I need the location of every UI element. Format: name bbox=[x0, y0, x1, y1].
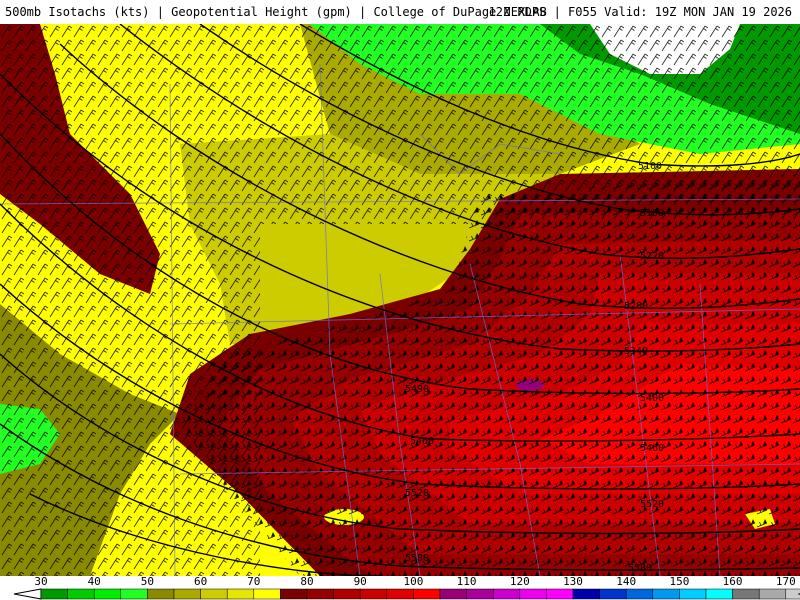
colorbar-bin bbox=[386, 588, 414, 600]
colorbar-tick-label: 80 bbox=[300, 575, 314, 588]
colorbar-tick-label: 130 bbox=[563, 575, 583, 588]
contour-label: 5460 bbox=[640, 443, 664, 454]
contour-label: 5280 bbox=[624, 301, 648, 312]
colorbar-bin bbox=[466, 588, 494, 600]
colorbar-bin bbox=[599, 588, 627, 600]
colorbar-bin bbox=[758, 588, 787, 600]
colorbar-tick-label: 30 bbox=[34, 575, 48, 588]
colorbar-bin bbox=[439, 588, 467, 600]
colorbar-min-arrow bbox=[13, 588, 42, 600]
colorbar-bin bbox=[732, 588, 760, 600]
colorbar-bin bbox=[359, 588, 388, 600]
contour-label: 5460 bbox=[410, 436, 434, 447]
colorbar-bin bbox=[226, 588, 255, 600]
colorbar-tick-label: 120 bbox=[509, 575, 530, 588]
colorbar-tick-labels: 30 40 50 60 70 80 90 100 110 120 130 140 150 160 170 bbox=[0, 576, 800, 588]
colorbar-tick-label: 100 bbox=[403, 575, 424, 588]
colorbar-bin bbox=[280, 588, 308, 600]
colorbar-bin bbox=[120, 588, 148, 600]
colorbar-tick-label: 60 bbox=[193, 575, 208, 588]
contour-label: 5580 bbox=[405, 553, 429, 564]
colorbar-tick-label: 150 bbox=[669, 575, 690, 588]
colorbar-bin bbox=[93, 588, 122, 600]
colorbar-bin bbox=[306, 588, 334, 600]
contour-label: 5340 bbox=[624, 346, 648, 357]
colorbar-bin bbox=[652, 588, 680, 600]
contour-label: 5580 bbox=[628, 563, 652, 574]
run-valid-info: 12Z RDPS | F055 Valid: 19Z MON JAN 19 20… bbox=[488, 5, 792, 19]
contour-label: 5100 bbox=[638, 161, 662, 172]
contour-label: 5520 bbox=[405, 488, 429, 499]
colorbar-tick-label: 90 bbox=[353, 575, 367, 588]
colorbar-tick-label: 70 bbox=[247, 575, 261, 588]
contour-label: 5220 bbox=[640, 251, 664, 262]
colorbar-bin bbox=[679, 588, 707, 600]
colorbar-bin bbox=[519, 588, 547, 600]
colorbar-tick-label: 40 bbox=[87, 575, 101, 588]
colorbar-bin bbox=[67, 588, 95, 600]
map-canvas: 5100 5160 5220 5280 5340 5400 5460 5490 … bbox=[0, 24, 800, 576]
colorbar-bin bbox=[253, 588, 281, 600]
colorbar-bin bbox=[333, 588, 361, 600]
colorbar-tick-label: 160 bbox=[722, 575, 743, 588]
colorbar-bin bbox=[147, 588, 175, 600]
map-title: 500mb Isotachs (kts) | Geopotential Heig… bbox=[5, 5, 547, 19]
colorbar-bin bbox=[572, 588, 600, 600]
map-header: 500mb Isotachs (kts) | Geopotential Heig… bbox=[0, 0, 800, 24]
colorbar-bin bbox=[40, 588, 68, 600]
colorbar-tick-label: 170 bbox=[775, 575, 796, 588]
contour-label: 5400 bbox=[640, 393, 664, 404]
colorbar-bin bbox=[492, 588, 521, 600]
weather-map: 5100 5160 5220 5280 5340 5400 5460 5490 … bbox=[0, 24, 800, 576]
colorbar-scale bbox=[13, 588, 800, 600]
colorbar-tick-label: 140 bbox=[616, 575, 637, 588]
colorbar-bin bbox=[705, 588, 733, 600]
colorbar-bin bbox=[173, 588, 201, 600]
colorbar-tick-label: 110 bbox=[456, 575, 477, 588]
contour-label: 5520 bbox=[640, 499, 664, 510]
colorbar-bin bbox=[413, 588, 441, 600]
colorbar-bin bbox=[625, 588, 654, 600]
colorbar-tick-label: 50 bbox=[140, 575, 155, 588]
contour-label: 5160 bbox=[640, 208, 664, 219]
isotach-colorbar: 30 40 50 60 70 80 90 100 110 120 130 140 150 160 170 bbox=[0, 576, 800, 600]
colorbar-bin bbox=[546, 588, 574, 600]
contour-label: 5490 bbox=[405, 384, 429, 395]
colorbar-bin bbox=[200, 588, 228, 600]
